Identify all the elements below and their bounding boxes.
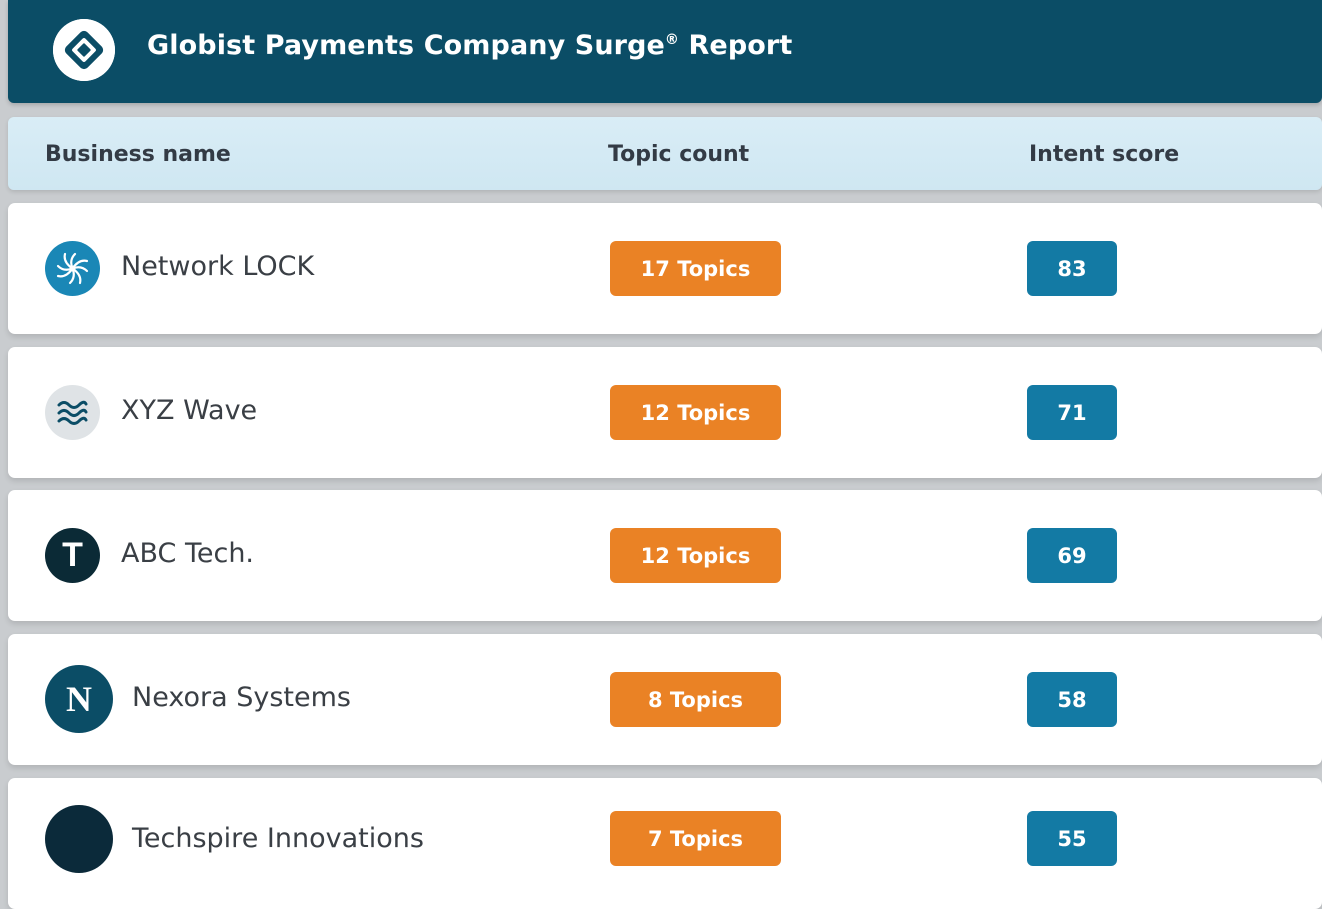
- topic-count-badge[interactable]: 8 Topics: [610, 672, 781, 727]
- intent-score-badge[interactable]: 58: [1027, 672, 1117, 727]
- table-row[interactable]: T ABC Tech. 12 Topics 69: [8, 490, 1322, 621]
- column-header-topic-count[interactable]: Topic count: [608, 142, 749, 167]
- topic-count-badge[interactable]: 12 Topics: [610, 528, 781, 583]
- table-row[interactable]: N Nexora Systems 8 Topics 58: [8, 634, 1322, 765]
- title-suffix: Report: [679, 30, 793, 61]
- business-name[interactable]: XYZ Wave: [121, 395, 257, 426]
- letter-t-logo-icon: T: [45, 528, 100, 583]
- intent-score-badge[interactable]: 83: [1027, 241, 1117, 296]
- table-row[interactable]: Techspire Innovations 7 Topics 55: [8, 778, 1322, 909]
- registered-mark: ®: [664, 32, 680, 48]
- page-title: Globist Payments Company Surge® Report: [147, 30, 792, 61]
- business-name[interactable]: Techspire Innovations: [132, 823, 424, 854]
- intent-score-badge[interactable]: 69: [1027, 528, 1117, 583]
- table-row[interactable]: Network LOCK 17 Topics 83: [8, 203, 1322, 334]
- letter-n-logo-icon: N: [45, 665, 113, 733]
- column-header-intent-score[interactable]: Intent score: [1029, 142, 1179, 167]
- report-header: Globist Payments Company Surge® Report: [8, 0, 1322, 103]
- spiral-logo-icon: [45, 241, 100, 296]
- topic-count-badge[interactable]: 17 Topics: [610, 241, 781, 296]
- table-row[interactable]: XYZ Wave 12 Topics 71: [8, 347, 1322, 478]
- intent-score-badge[interactable]: 71: [1027, 385, 1117, 440]
- business-name[interactable]: Nexora Systems: [132, 682, 351, 713]
- business-name[interactable]: Network LOCK: [121, 251, 314, 282]
- intent-score-badge[interactable]: 55: [1027, 811, 1117, 866]
- avatar-glyph: T: [62, 536, 83, 574]
- topic-count-badge[interactable]: 12 Topics: [610, 385, 781, 440]
- dark-circle-logo-icon: [45, 805, 113, 873]
- avatar-glyph: N: [66, 679, 92, 719]
- business-name[interactable]: ABC Tech.: [121, 538, 254, 569]
- wave-logo-icon: [45, 385, 100, 440]
- topic-count-badge[interactable]: 7 Topics: [610, 811, 781, 866]
- title-text: Globist Payments Company Surge: [147, 30, 665, 61]
- column-header-business-name[interactable]: Business name: [45, 142, 231, 167]
- table-header: Business name Topic count Intent score: [8, 117, 1322, 190]
- diamond-logo-icon: [53, 19, 115, 81]
